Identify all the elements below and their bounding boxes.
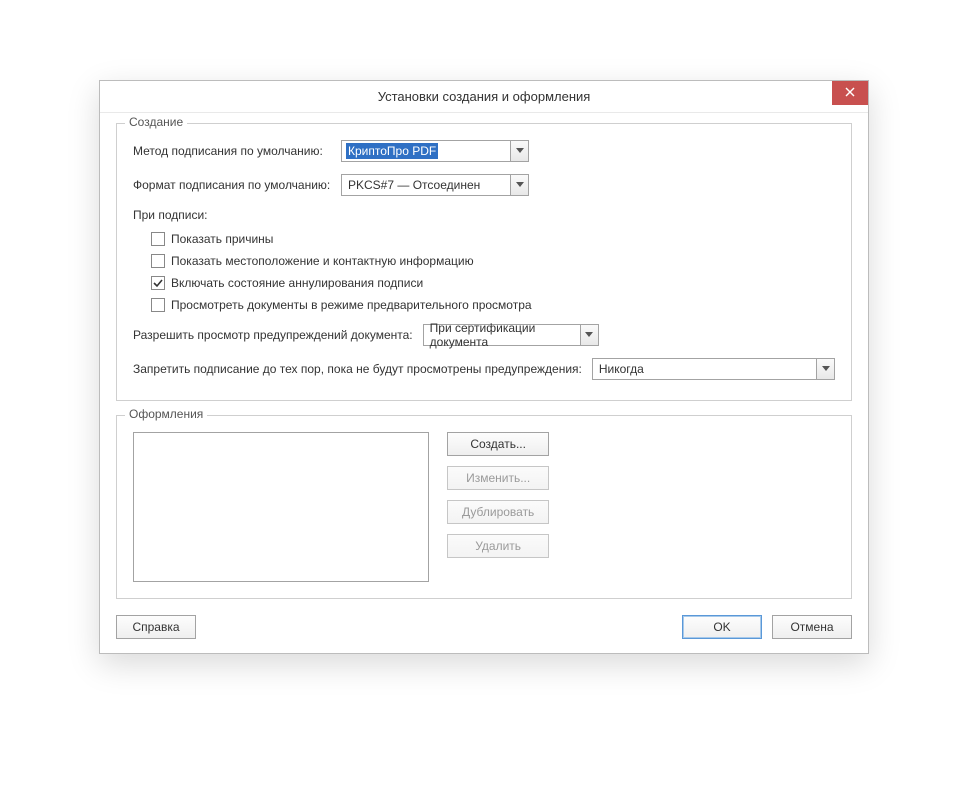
show-location-checkbox[interactable] [151, 254, 165, 268]
duplicate-appearance-button: Дублировать [447, 500, 549, 524]
prevent-sign-label: Запретить подписание до тех пор, пока не… [133, 362, 582, 376]
show-reasons-label: Показать причины [171, 232, 273, 246]
prevent-sign-value: Никогда [599, 362, 644, 376]
warnings-view-value: При сертификации документа [430, 321, 576, 349]
chevron-down-icon [580, 325, 598, 345]
help-button[interactable]: Справка [116, 615, 196, 639]
method-dropdown-value: КриптоПро PDF [346, 143, 438, 159]
create-appearance-button[interactable]: Создать... [447, 432, 549, 456]
method-label: Метод подписания по умолчанию: [133, 144, 341, 158]
warnings-view-label: Разрешить просмотр предупреждений докуме… [133, 328, 413, 342]
close-icon [845, 86, 855, 100]
preferences-dialog: Установки создания и оформления Создание… [99, 80, 869, 654]
dialog-body: Создание Метод подписания по умолчанию: … [100, 113, 868, 653]
method-dropdown[interactable]: КриптоПро PDF [341, 140, 529, 162]
chevron-down-icon [816, 359, 834, 379]
appearance-listbox[interactable] [133, 432, 429, 582]
titlebar: Установки создания и оформления [100, 81, 868, 113]
delete-appearance-button: Удалить [447, 534, 549, 558]
ok-button[interactable]: OK [682, 615, 762, 639]
edit-appearance-button: Изменить... [447, 466, 549, 490]
when-signing-label: При подписи: [133, 208, 835, 222]
creation-group-title: Создание [125, 115, 187, 129]
chevron-down-icon [510, 141, 528, 161]
when-signing-checks: Показать причины Показать местоположение… [151, 232, 835, 312]
show-location-label: Показать местоположение и контактную инф… [171, 254, 474, 268]
include-revocation-checkbox[interactable] [151, 276, 165, 290]
chevron-down-icon [510, 175, 528, 195]
format-dropdown[interactable]: PKCS#7 — Отсоединен [341, 174, 529, 196]
preview-docs-label: Просмотреть документы в режиме предварит… [171, 298, 532, 312]
warnings-view-dropdown[interactable]: При сертификации документа [423, 324, 599, 346]
format-dropdown-value: PKCS#7 — Отсоединен [348, 178, 480, 192]
preview-docs-checkbox[interactable] [151, 298, 165, 312]
window-title: Установки создания и оформления [378, 89, 591, 104]
appearance-group-title: Оформления [125, 407, 207, 421]
format-label: Формат подписания по умолчанию: [133, 178, 341, 192]
cancel-button[interactable]: Отмена [772, 615, 852, 639]
dialog-footer: Справка OK Отмена [116, 613, 852, 639]
appearance-groupbox: Оформления Создать... Изменить... Дублир… [116, 415, 852, 599]
show-reasons-checkbox[interactable] [151, 232, 165, 246]
prevent-sign-dropdown[interactable]: Никогда [592, 358, 835, 380]
close-button[interactable] [832, 81, 868, 105]
include-revocation-label: Включать состояние аннулирования подписи [171, 276, 423, 290]
creation-groupbox: Создание Метод подписания по умолчанию: … [116, 123, 852, 401]
